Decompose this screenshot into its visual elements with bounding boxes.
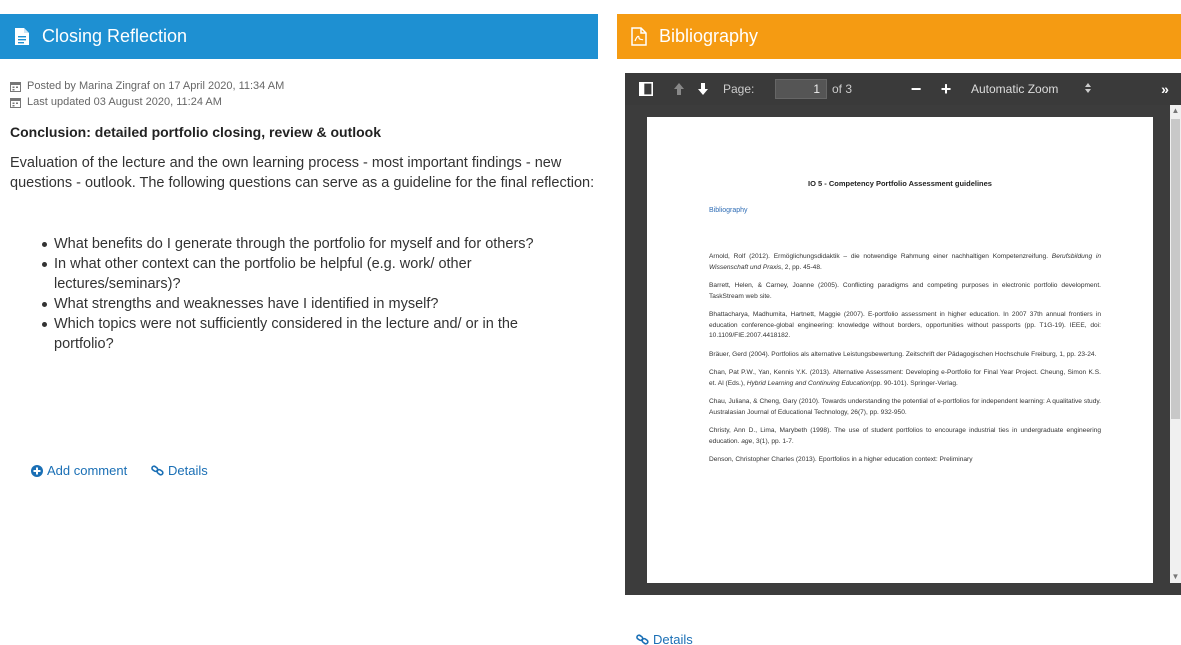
select-arrows-icon	[1085, 82, 1091, 96]
posted-by-text: Posted by Marina Zingraf on 17 April 202…	[27, 80, 285, 92]
add-comment-button[interactable]: Add comment	[31, 463, 127, 478]
reference-item: Arnold, Rolf (2012). Ermöglichungsdidakt…	[709, 253, 1101, 271]
add-comment-label: Add comment	[47, 463, 128, 478]
reference-item: Barrett, Helen, & Carney, Joanne (2005).…	[709, 282, 1101, 300]
details-link[interactable]: Details	[151, 463, 208, 478]
reference-item: Denson, Christopher Charles (2013). Epor…	[709, 456, 973, 463]
calendar-icon	[10, 97, 21, 108]
panel-title: Closing Reflection	[42, 26, 188, 46]
page-label: Page:	[723, 82, 755, 96]
sidebar-toggle-icon[interactable]	[639, 82, 653, 96]
bibliography-header: Bibliography	[617, 14, 1181, 59]
next-page-icon[interactable]	[696, 81, 710, 97]
entry-body: Evaluation of the lecture and the own le…	[10, 155, 595, 191]
zoom-out-button[interactable]: −	[908, 79, 924, 99]
scroll-up-icon[interactable]: ▲	[1170, 105, 1181, 117]
reference-item: Bhattacharya, Madhumita, Hartnett, Maggi…	[709, 311, 1101, 339]
closing-reflection-panel: Closing Reflection Posted by Marina Zing…	[0, 0, 600, 645]
scroll-down-icon[interactable]: ▼	[1170, 571, 1181, 583]
details-label: Details	[168, 463, 208, 478]
list-item: In what other context can the portfolio …	[42, 254, 562, 294]
posted-by: Posted by Marina Zingraf on 17 April 202…	[10, 80, 284, 92]
details-link[interactable]: Details	[636, 632, 693, 645]
guideline-questions: What benefits do I generate through the …	[42, 234, 562, 354]
plus-circle-icon	[31, 464, 43, 477]
zoom-select-value: Automatic Zoom	[971, 82, 1059, 96]
link-icon	[636, 634, 649, 645]
entry-title: Conclusion: detailed portfolio closing, …	[10, 124, 382, 140]
document-section-heading: Bibliography	[709, 207, 748, 214]
pdf-viewer: Page: of 3 − + Automatic Zoom » IO 5 - C…	[625, 73, 1181, 595]
page-number-input[interactable]	[775, 79, 827, 99]
zoom-in-button[interactable]: +	[938, 79, 954, 99]
pdf-scrollbar[interactable]: ▲ ▼	[1170, 105, 1181, 583]
reference-list: Arnold, Rolf (2012). Ermöglichungsdidakt…	[709, 252, 1101, 474]
closing-reflection-header: Closing Reflection	[0, 14, 598, 59]
reference-item: Chau, Juliana, & Cheng, Gary (2010). Tow…	[709, 398, 1101, 416]
link-icon	[151, 465, 164, 476]
document-icon	[10, 25, 34, 49]
page-count: of 3	[832, 82, 853, 96]
list-item: What strengths and weaknesses have I ide…	[42, 294, 562, 314]
pdf-page: IO 5 - Competency Portfolio Assessment g…	[647, 117, 1153, 583]
tools-toggle-button[interactable]: »	[1157, 81, 1173, 97]
last-updated-text: Last updated 03 August 2020, 11:24 AM	[27, 96, 222, 108]
zoom-select[interactable]: Automatic Zoom	[967, 79, 1095, 99]
reference-item: Christy, Ann D., Lima, Marybeth (1998). …	[709, 427, 1101, 445]
reference-item: Bräuer, Gerd (2004). Portfolios als alte…	[709, 350, 1097, 358]
list-item: Which topics were not sufficiently consi…	[42, 314, 562, 354]
document-title: IO 5 - Competency Portfolio Assessment g…	[808, 179, 992, 188]
previous-page-icon[interactable]	[672, 81, 686, 97]
last-updated: Last updated 03 August 2020, 11:24 AM	[10, 96, 222, 108]
details-label: Details	[653, 632, 693, 645]
reference-item: Chan, Pat P.W., Yan, Kennis Y.K. (2013).…	[709, 369, 1101, 387]
pdf-file-icon	[627, 25, 651, 49]
calendar-icon	[10, 81, 21, 92]
bibliography-panel: Bibliography Page: of 3 − + Automatic Zo…	[617, 0, 1181, 645]
panel-title: Bibliography	[659, 26, 759, 46]
list-item: What benefits do I generate through the …	[42, 234, 562, 254]
scroll-thumb[interactable]	[1171, 119, 1180, 419]
pdf-toolbar: Page: of 3 − + Automatic Zoom »	[625, 73, 1181, 105]
